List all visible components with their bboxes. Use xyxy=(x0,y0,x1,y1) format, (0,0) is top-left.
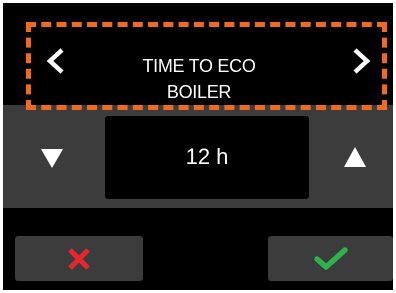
confirm-button[interactable] xyxy=(268,236,393,281)
previous-button[interactable] xyxy=(45,47,67,75)
cancel-button[interactable] xyxy=(15,236,143,281)
chevron-left-icon xyxy=(46,48,64,74)
menu-title-line1: TIME TO ECO xyxy=(142,56,256,76)
value-adjust-row: 12 h xyxy=(3,105,393,208)
next-button[interactable] xyxy=(350,47,372,75)
menu-title: TIME TO ECO BOILER xyxy=(73,53,325,105)
triangle-up-icon xyxy=(344,147,366,167)
value-text: 12 h xyxy=(185,144,229,169)
value-display: 12 h xyxy=(105,116,309,199)
chevron-right-icon xyxy=(353,48,371,74)
close-icon xyxy=(66,247,92,271)
boiler-control-screen: TIME TO ECO BOILER 12 h xyxy=(0,0,396,293)
menu-title-line2: BOILER xyxy=(166,82,232,102)
checkmark-icon xyxy=(313,246,348,272)
menu-header: TIME TO ECO BOILER xyxy=(3,3,393,105)
decrease-button[interactable] xyxy=(37,143,67,171)
triangle-down-icon xyxy=(41,149,63,168)
increase-button[interactable] xyxy=(340,143,370,171)
